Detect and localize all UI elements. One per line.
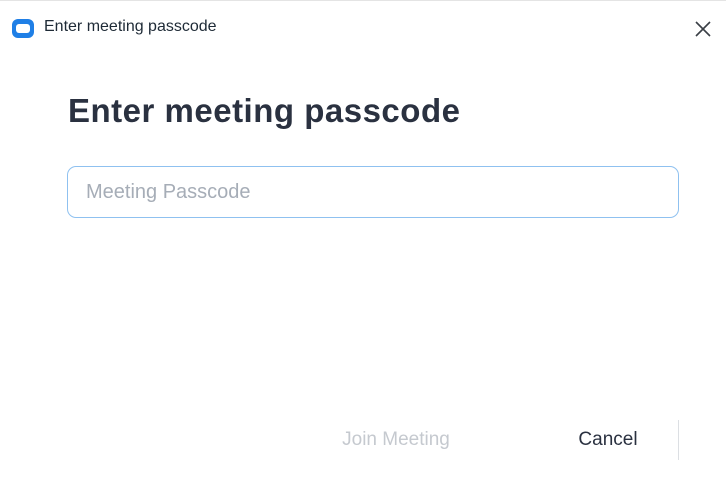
- close-button[interactable]: [688, 14, 718, 44]
- title-bar: Enter meeting passcode: [0, 0, 726, 53]
- passcode-input[interactable]: [67, 166, 679, 218]
- join-meeting-button[interactable]: Join Meeting: [298, 420, 494, 460]
- zoom-logo-icon: [12, 19, 34, 38]
- cancel-button[interactable]: Cancel: [538, 420, 679, 460]
- window-title: Enter meeting passcode: [44, 18, 217, 35]
- close-icon: [695, 21, 711, 37]
- page-title: Enter meeting passcode: [68, 92, 461, 129]
